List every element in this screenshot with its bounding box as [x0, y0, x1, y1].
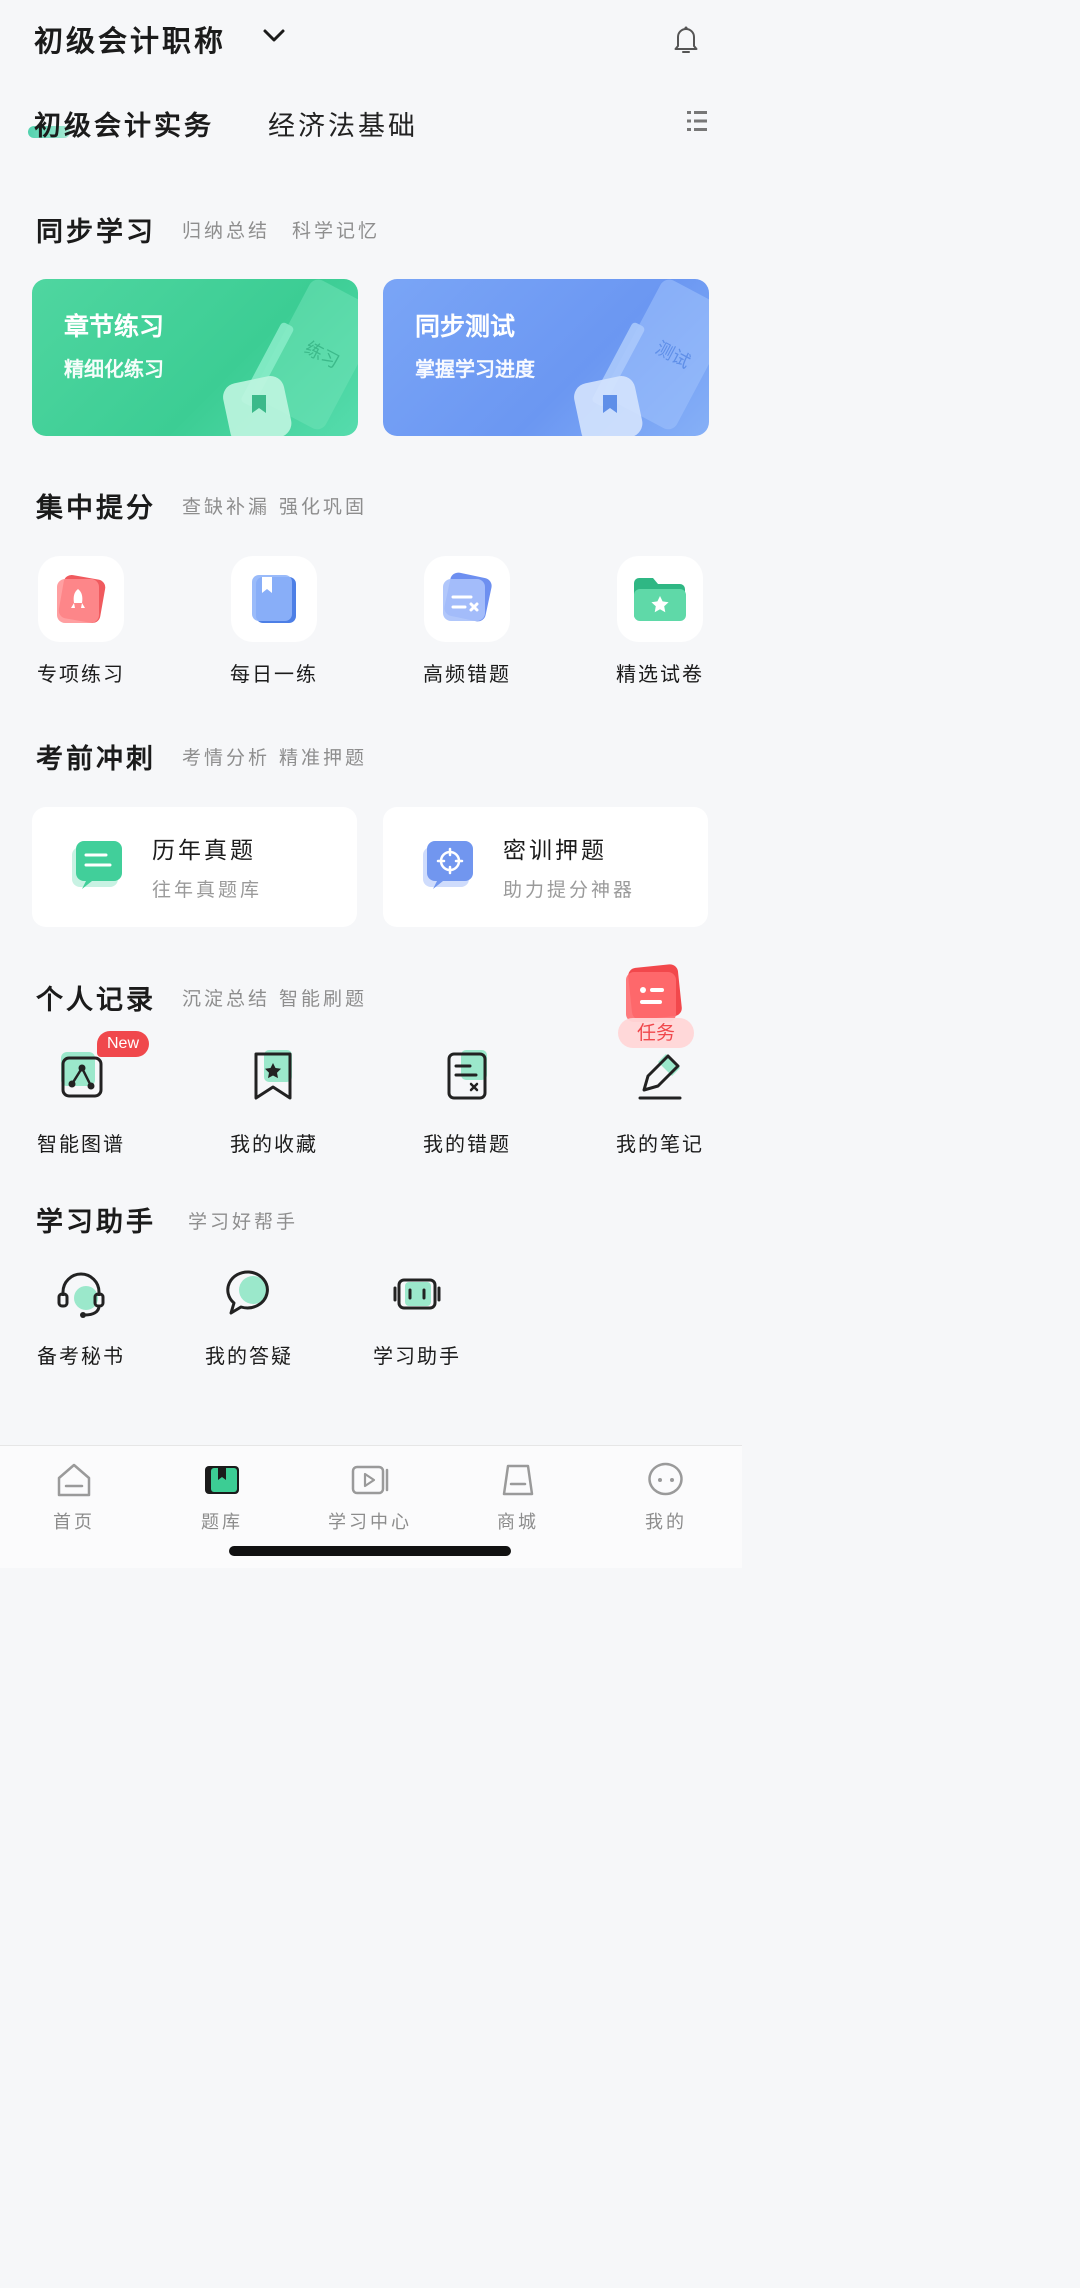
my-favorites-item[interactable]: 我的收藏 — [214, 1046, 334, 1157]
chat-bubble-icon — [226, 1270, 269, 1315]
knowledge-graph-label: 智能图谱 — [37, 1132, 125, 1156]
special-practice-tile — [38, 556, 124, 642]
menu-list-icon[interactable] — [684, 108, 710, 134]
task-badge-label: 任务 — [636, 1022, 675, 1044]
error-card-icon — [443, 572, 492, 622]
secret-predictions-subtitle: 助力提分神器 — [503, 879, 636, 901]
section-subtitle-focus: 查缺补漏 强化巩固 — [182, 496, 368, 518]
section-subtitle-sync: 归纳总结 科学记忆 — [182, 220, 381, 242]
error-sheet-icon — [447, 1050, 487, 1100]
section-title-sprint: 考前冲刺 — [36, 744, 156, 775]
tab-accounting-practice[interactable]: 初级会计实务 — [34, 104, 214, 143]
test-book-key-icon: 测试 — [574, 279, 709, 436]
chevron-down-icon[interactable] — [262, 26, 286, 46]
chapter-practice-title: 章节练习 — [64, 312, 165, 341]
frequent-errors-item[interactable]: 高频错题 — [407, 556, 527, 687]
frequent-errors-tile — [424, 556, 510, 642]
my-qa-label: 我的答疑 — [205, 1344, 293, 1368]
nav-store-label: 商城 — [497, 1512, 539, 1533]
profile-face-icon — [648, 1462, 683, 1496]
exam-secretary-item[interactable]: 备考秘书 — [21, 1268, 141, 1369]
sync-test-card[interactable]: 测试 同步测试 掌握学习进度 — [383, 279, 709, 436]
section-title-records: 个人记录 — [36, 985, 156, 1016]
past-exams-title: 历年真题 — [152, 838, 256, 864]
target-chat-icon — [423, 841, 473, 889]
secret-predictions-title: 密训押题 — [503, 838, 607, 864]
chapter-practice-subtitle: 精细化练习 — [64, 357, 164, 381]
bell-icon[interactable] — [670, 22, 702, 56]
question-bank-icon — [205, 1466, 239, 1494]
nav-store[interactable]: 商城 — [458, 1460, 578, 1534]
task-floating-button[interactable]: 任务 — [618, 964, 694, 1050]
practice-book-key-icon: 练习 — [223, 279, 358, 436]
my-qa-item[interactable]: 我的答疑 — [189, 1268, 309, 1369]
special-practice-item[interactable]: 专项练习 — [21, 556, 141, 687]
section-title-assistant: 学习助手 — [36, 1207, 156, 1238]
past-exams-card[interactable]: 历年真题 往年真题库 — [32, 807, 357, 927]
knowledge-graph-item[interactable]: 智能图谱 — [21, 1046, 141, 1157]
frequent-errors-label: 高频错题 — [423, 662, 511, 686]
exam-chat-icon — [72, 841, 122, 889]
my-notes-item[interactable]: 我的笔记 — [600, 1046, 720, 1157]
sync-test-title: 同步测试 — [415, 312, 516, 341]
nav-home-label: 首页 — [53, 1512, 95, 1533]
selected-papers-label: 精选试卷 — [616, 662, 704, 686]
past-exams-subtitle: 往年真题库 — [152, 879, 263, 901]
daily-practice-label: 每日一练 — [230, 662, 318, 686]
book-icon — [252, 575, 296, 623]
daily-practice-tile — [231, 556, 317, 642]
section-subtitle-assistant: 学习好帮手 — [188, 1211, 299, 1233]
exam-secretary-label: 备考秘书 — [37, 1344, 125, 1368]
section-title-focus: 集中提分 — [36, 493, 156, 524]
home-icon — [57, 1463, 91, 1497]
pencil-note-icon — [638, 1054, 682, 1100]
new-badge: New — [97, 1031, 150, 1057]
my-favorites-label: 我的收藏 — [230, 1132, 318, 1156]
rocket-icon — [57, 574, 106, 624]
bookmark-star-icon — [254, 1050, 292, 1100]
tab-economic-law[interactable]: 经济法基础 — [268, 104, 418, 143]
my-notes-label: 我的笔记 — [616, 1132, 704, 1156]
selected-papers-item[interactable]: 精选试卷 — [600, 556, 720, 687]
exam-category-title[interactable]: 初级会计职称 — [34, 18, 226, 60]
section-subtitle-records: 沉淀总结 智能刷题 — [182, 988, 368, 1010]
special-practice-label: 专项练习 — [37, 662, 125, 686]
nav-profile-label: 我的 — [645, 1512, 687, 1533]
section-title-sync: 同步学习 — [36, 217, 156, 248]
nav-question-bank[interactable]: 题库 — [162, 1460, 282, 1534]
my-errors-item[interactable]: 我的错题 — [407, 1046, 527, 1157]
study-assistant-item[interactable]: 学习助手 — [357, 1268, 477, 1369]
my-errors-label: 我的错题 — [423, 1132, 511, 1156]
home-indicator — [229, 1546, 511, 1556]
secret-predictions-card[interactable]: 密训押题 助力提分神器 — [383, 807, 708, 927]
nav-learning-center-label: 学习中心 — [328, 1512, 412, 1533]
daily-practice-item[interactable]: 每日一练 — [214, 556, 334, 687]
play-video-icon — [351, 1465, 389, 1495]
nav-question-bank-label: 题库 — [201, 1512, 243, 1533]
shopping-bag-icon — [502, 1464, 534, 1496]
nav-profile[interactable]: 我的 — [606, 1460, 726, 1534]
nav-home[interactable]: 首页 — [14, 1460, 134, 1534]
nav-learning-center[interactable]: 学习中心 — [310, 1460, 430, 1534]
headset-icon — [57, 1272, 105, 1318]
section-subtitle-sprint: 考情分析 精准押题 — [182, 747, 368, 769]
study-assistant-label: 学习助手 — [373, 1344, 461, 1368]
star-folder-icon — [634, 578, 686, 621]
selected-papers-tile — [617, 556, 703, 642]
robot-icon — [393, 1278, 441, 1310]
sync-test-subtitle: 掌握学习进度 — [415, 357, 535, 381]
chapter-practice-card[interactable]: 练习 章节练习 精细化练习 — [32, 279, 358, 436]
